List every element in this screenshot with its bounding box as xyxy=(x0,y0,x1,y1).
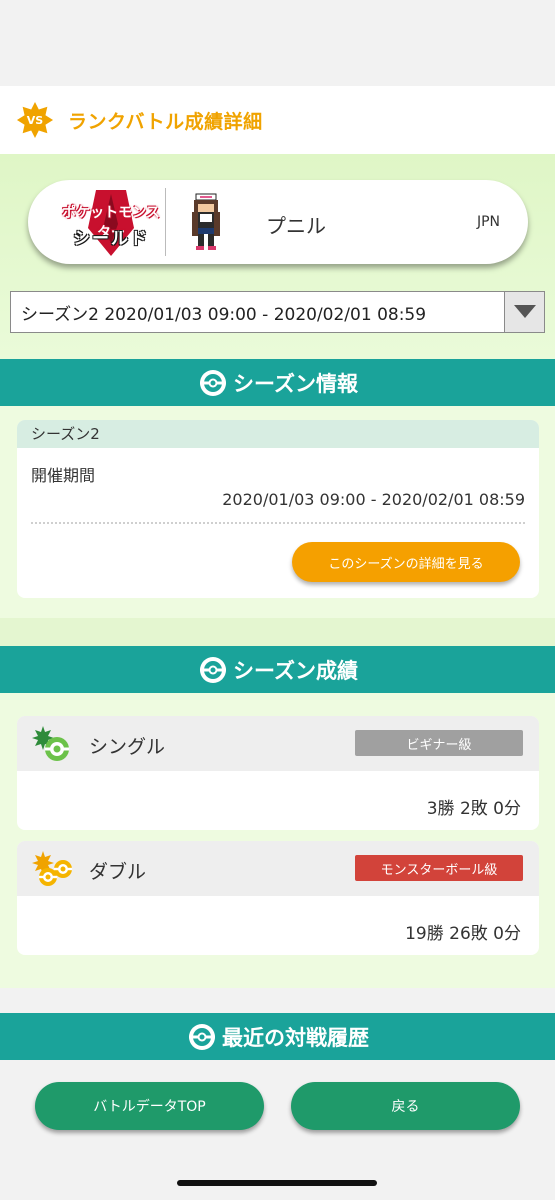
single-result-head: シングル ビギナー級 xyxy=(17,716,539,771)
season-info-header: シーズン情報 xyxy=(0,359,555,406)
single-result-card: シングル ビギナー級 3勝 2敗 0分 xyxy=(17,716,539,830)
player-name: プニル xyxy=(266,214,326,238)
page-title: ランクバトル成績詳細 xyxy=(68,110,263,133)
trainer-sprite-icon xyxy=(186,192,226,252)
single-score: 3勝 2敗 0分 xyxy=(426,799,521,819)
season-results-header: シーズン成績 xyxy=(0,646,555,693)
status-bar-area xyxy=(0,0,555,86)
double-score: 19勝 26敗 0分 xyxy=(405,924,521,944)
game-logo: ポケットモンスター シールド xyxy=(56,184,166,260)
season-name: シーズン2 xyxy=(17,420,539,448)
double-result-card: ダブル モンスターボール級 19勝 26敗 0分 xyxy=(17,841,539,955)
season-select[interactable]: シーズン2 2020/01/03 09:00 - 2020/02/01 08:5… xyxy=(10,291,545,333)
single-rank-badge: ビギナー級 xyxy=(355,730,523,756)
card-divider xyxy=(165,188,166,256)
season-results-title: シーズン成績 xyxy=(233,658,358,683)
vs-badge-icon: VS xyxy=(16,101,54,139)
monster-ball-icon xyxy=(200,656,227,683)
home-indicator xyxy=(177,1180,377,1186)
season-info-card: シーズン2 開催期間 2020/01/03 09:00 - 2020/02/01… xyxy=(17,420,539,598)
double-result-head: ダブル モンスターボール級 xyxy=(17,841,539,896)
double-label: ダブル xyxy=(89,861,147,883)
period-label: 開催期間 xyxy=(31,466,96,485)
profile-card: ポケットモンスター シールド プニル JPN xyxy=(28,180,528,264)
monster-ball-icon xyxy=(200,369,227,396)
double-rank-badge: モンスターボール級 xyxy=(355,855,523,881)
season-select-value: シーズン2 2020/01/03 09:00 - 2020/02/01 08:5… xyxy=(21,304,427,325)
chevron-down-icon[interactable] xyxy=(504,292,544,332)
spacer xyxy=(0,618,555,646)
single-label: シングル xyxy=(89,736,166,758)
season-info-title: シーズン情報 xyxy=(233,371,358,396)
page-header: VS ランクバトル成績詳細 xyxy=(0,86,555,154)
back-button[interactable]: 戻る xyxy=(291,1082,520,1130)
single-battle-icon xyxy=(31,724,73,764)
period-value: 2020/01/03 09:00 - 2020/02/01 08:59 xyxy=(222,490,525,509)
region-label: JPN xyxy=(476,214,500,230)
monster-ball-icon xyxy=(189,1023,215,1050)
double-battle-icon xyxy=(31,849,73,889)
season-detail-button[interactable]: このシーズンの詳細を見る xyxy=(292,542,520,582)
game-logo-line2: シールド xyxy=(73,229,149,249)
divider xyxy=(31,522,525,524)
recent-battles-header[interactable]: 最近の対戦履歴 xyxy=(0,1013,555,1060)
battle-data-top-button[interactable]: バトルデータTOP xyxy=(35,1082,264,1130)
recent-battles-title: 最近の対戦履歴 xyxy=(222,1025,369,1050)
